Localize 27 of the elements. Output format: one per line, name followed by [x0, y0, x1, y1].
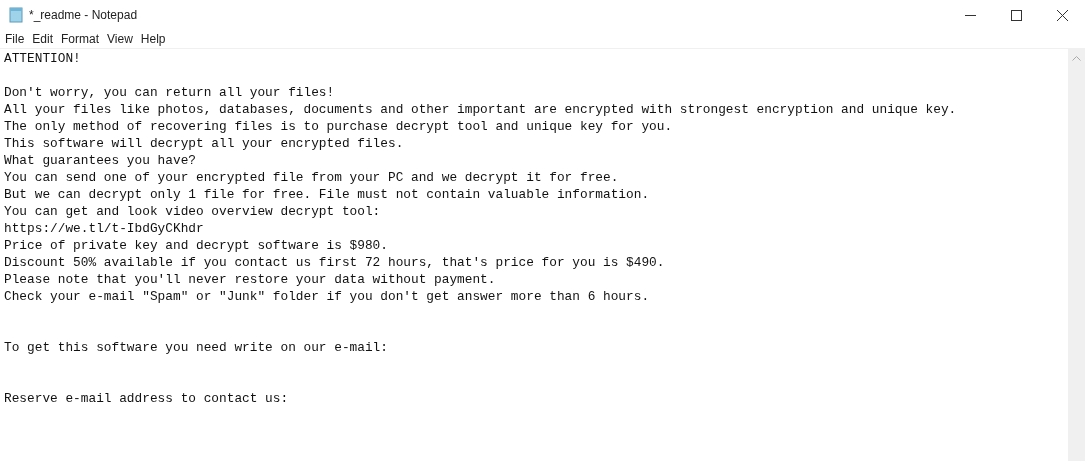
notepad-icon — [8, 7, 24, 23]
text-line: What guarantees you have? — [4, 152, 196, 169]
text-line: https://we.tl/t-IbdGyCKhdr — [4, 220, 204, 237]
menu-item[interactable]: Edit — [28, 30, 58, 48]
text-line: The only method of recovering files is to purchase decrypt tool and unique key for you. — [4, 118, 673, 135]
text-line: You can get and look video overview decrypt tool: — [4, 203, 381, 220]
text-line: ATTENTION! — [4, 50, 81, 67]
text-line: Reserve e-mail address to contact us: — [4, 390, 289, 407]
text-line: You can send one of your encrypted file from your PC and we decrypt it for free. — [4, 169, 619, 186]
menu-item[interactable]: Help — [136, 30, 170, 48]
close-icon — [1056, 9, 1068, 21]
text-line: All your files like photos, databases, documents and other important are encrypted with strongest encryption and unique key. — [4, 101, 957, 118]
text-line: Discount 50% available if you contact us first 72 hours, that's price for you is $490. — [4, 254, 665, 271]
scroll-up-icon[interactable] — [1072, 55, 1081, 61]
scrollbar[interactable] — [1068, 49, 1085, 461]
text-line: Price of private key and decrypt software is $980. — [4, 237, 388, 254]
text-line: Don't worry, you can return all your files! — [4, 84, 335, 101]
text-line: Please note that you'll never restore your data without payment. — [4, 271, 496, 288]
menu-item[interactable]: File — [1, 30, 29, 48]
maximize-icon — [1010, 9, 1022, 21]
text-line: Check your e-mail "Spam" or "Junk" folder if you don't get answer more than 6 hours. — [4, 288, 650, 305]
window-title: *_readme - Notepad — [29, 7, 138, 24]
text-line: This software will decrypt all your encrypted files. — [4, 135, 404, 152]
text-line: But we can decrypt only 1 file for free. File must not contain valuable information. — [4, 186, 650, 203]
menu-item[interactable]: View — [103, 30, 137, 48]
text-line: To get this software you need write on our e-mail: — [4, 339, 388, 356]
menu-item[interactable]: Format — [57, 30, 104, 48]
